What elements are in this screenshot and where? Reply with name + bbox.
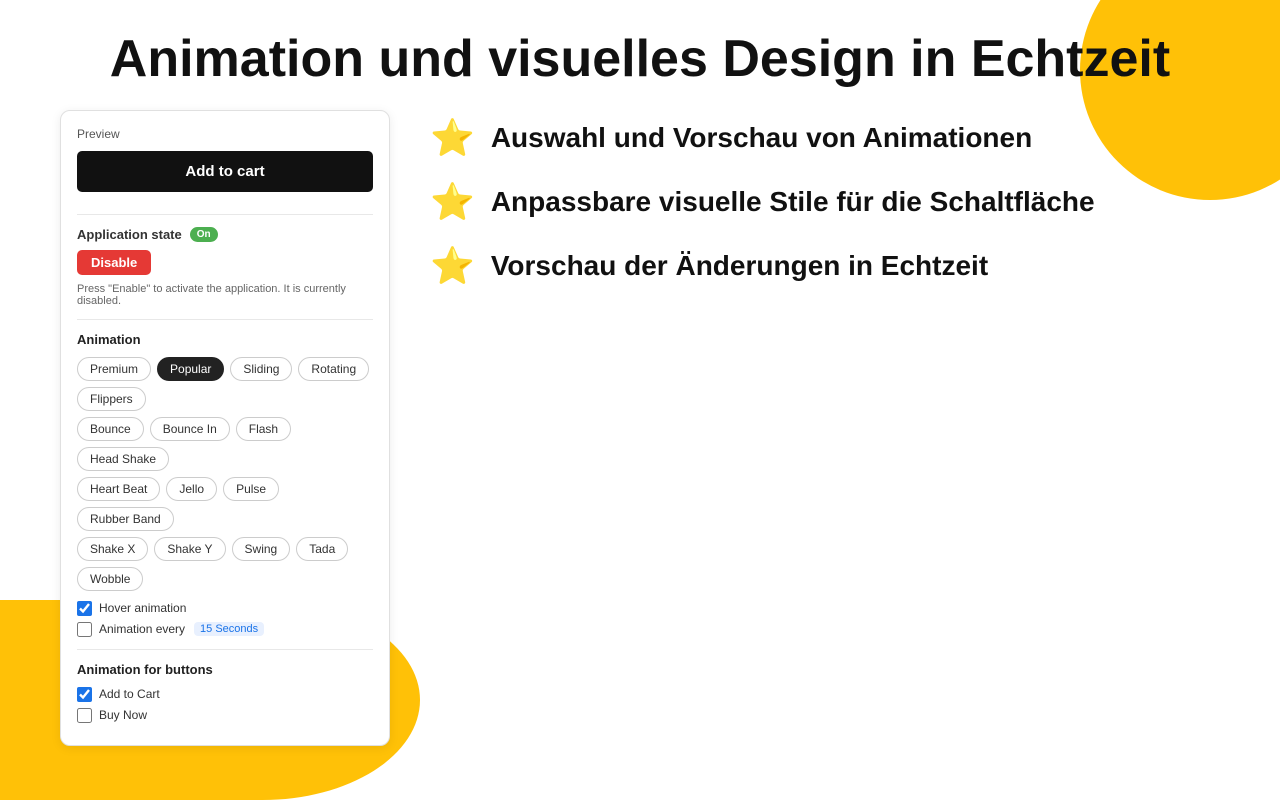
tab-flippers[interactable]: Flippers bbox=[77, 387, 146, 411]
preview-label: Preview bbox=[77, 127, 373, 141]
feature-text-3: Vorschau der Änderungen in Echtzeit bbox=[491, 248, 988, 283]
on-badge: On bbox=[190, 227, 218, 242]
ui-card: Preview Add to cart Application state On… bbox=[60, 110, 390, 746]
hover-animation-label: Hover animation bbox=[99, 601, 186, 615]
tag-jello[interactable]: Jello bbox=[166, 477, 217, 501]
tag-pulse[interactable]: Pulse bbox=[223, 477, 279, 501]
tag-heart-beat[interactable]: Heart Beat bbox=[77, 477, 160, 501]
preview-section: Preview Add to cart bbox=[77, 127, 373, 202]
feature-text-2: Anpassbare visuelle Stile für die Schalt… bbox=[491, 184, 1095, 219]
feature-item-1: ⭐ Auswahl und Vorschau von Animationen bbox=[430, 120, 1240, 156]
add-to-cart-check-label: Add to Cart bbox=[99, 687, 160, 701]
animation-every-label: Animation every bbox=[99, 622, 185, 636]
feature-item-2: ⭐ Anpassbare visuelle Stile für die Scha… bbox=[430, 184, 1240, 220]
animation-title: Animation bbox=[77, 332, 373, 347]
tag-swing[interactable]: Swing bbox=[232, 537, 291, 561]
hover-animation-row: Hover animation bbox=[77, 601, 373, 616]
animation-every-row: Animation every 15 Seconds bbox=[77, 622, 373, 637]
application-state-section: Application state On Disable Press "Enab… bbox=[77, 227, 373, 307]
feature-item-3: ⭐ Vorschau der Änderungen in Echtzeit bbox=[430, 248, 1240, 284]
buy-now-check-row: Buy Now bbox=[77, 708, 373, 723]
tag-rubber-band[interactable]: Rubber Band bbox=[77, 507, 174, 531]
star-icon-3: ⭐ bbox=[430, 248, 475, 284]
tag-shake-x[interactable]: Shake X bbox=[77, 537, 148, 561]
tags-row-2: Heart Beat Jello Pulse Rubber Band bbox=[77, 477, 373, 531]
checkboxes-section: Hover animation Animation every 15 Secon… bbox=[77, 601, 373, 637]
buy-now-check-label: Buy Now bbox=[99, 708, 147, 722]
page-title: Animation und visuelles Design in Echtze… bbox=[0, 0, 1280, 110]
buy-now-checkbox[interactable] bbox=[77, 708, 92, 723]
tag-tada[interactable]: Tada bbox=[296, 537, 348, 561]
tag-bounce-in[interactable]: Bounce In bbox=[150, 417, 230, 441]
divider-1 bbox=[77, 214, 373, 215]
animation-tabs-row: Premium Popular Sliding Rotating Flipper… bbox=[77, 357, 373, 411]
app-state-label: Application state bbox=[77, 227, 182, 242]
app-state-row: Application state On bbox=[77, 227, 373, 242]
tag-flash[interactable]: Flash bbox=[236, 417, 291, 441]
tab-premium[interactable]: Premium bbox=[77, 357, 151, 381]
main-layout: Preview Add to cart Application state On… bbox=[0, 110, 1280, 766]
divider-2 bbox=[77, 319, 373, 320]
animation-for-buttons-section: Animation for buttons Add to Cart Buy No… bbox=[77, 662, 373, 723]
add-to-cart-check-row: Add to Cart bbox=[77, 687, 373, 702]
seconds-badge: 15 Seconds bbox=[194, 622, 264, 636]
tags-row-3: Shake X Shake Y Swing Tada Wobble bbox=[77, 537, 373, 591]
star-icon-2: ⭐ bbox=[430, 184, 475, 220]
add-to-cart-button[interactable]: Add to cart bbox=[77, 151, 373, 192]
tag-head-shake[interactable]: Head Shake bbox=[77, 447, 169, 471]
hover-animation-checkbox[interactable] bbox=[77, 601, 92, 616]
tab-sliding[interactable]: Sliding bbox=[230, 357, 292, 381]
tab-rotating[interactable]: Rotating bbox=[298, 357, 369, 381]
animation-section: Animation Premium Popular Sliding Rotati… bbox=[77, 332, 373, 637]
add-to-cart-checkbox[interactable] bbox=[77, 687, 92, 702]
tab-popular[interactable]: Popular bbox=[157, 357, 224, 381]
divider-3 bbox=[77, 649, 373, 650]
tag-bounce[interactable]: Bounce bbox=[77, 417, 144, 441]
tags-row-1: Bounce Bounce In Flash Head Shake bbox=[77, 417, 373, 471]
animation-for-title: Animation for buttons bbox=[77, 662, 373, 677]
features-panel: ⭐ Auswahl und Vorschau von Animationen ⭐… bbox=[430, 110, 1240, 284]
page-content: Animation und visuelles Design in Echtze… bbox=[0, 0, 1280, 720]
tag-shake-y[interactable]: Shake Y bbox=[154, 537, 225, 561]
animation-every-checkbox[interactable] bbox=[77, 622, 92, 637]
star-icon-1: ⭐ bbox=[430, 120, 475, 156]
hint-text: Press "Enable" to activate the applicati… bbox=[77, 283, 373, 307]
disable-button[interactable]: Disable bbox=[77, 250, 151, 275]
feature-text-1: Auswahl und Vorschau von Animationen bbox=[491, 120, 1032, 155]
tag-wobble[interactable]: Wobble bbox=[77, 567, 143, 591]
